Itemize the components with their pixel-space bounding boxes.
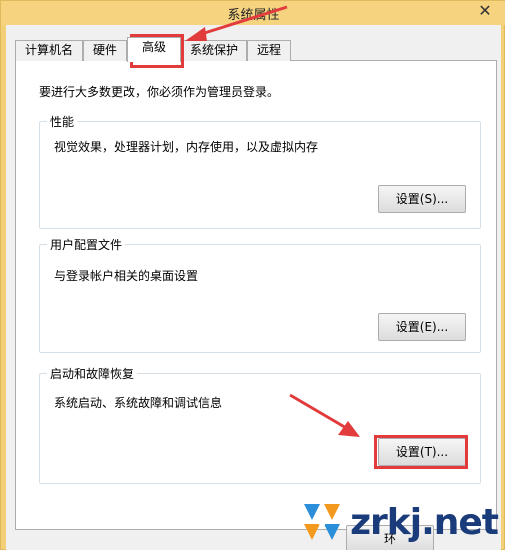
performance-description: 视觉效果，处理器计划，内存使用，以及虚拟内存 <box>54 140 319 154</box>
watermark-text: zrkj.net <box>350 501 499 543</box>
close-button[interactable]: ✕ <box>468 1 502 21</box>
user-profiles-settings-button[interactable]: 设置(E)... <box>378 313 466 341</box>
system-properties-window: 系统属性 ✕ 计算机名 硬件 高级 系统保护 远程 要进行大多数更改，你必须作为… <box>0 0 505 550</box>
startup-recovery-description: 系统启动、系统故障和调试信息 <box>54 396 223 410</box>
watermark: zrkj.net <box>298 499 499 545</box>
performance-settings-button[interactable]: 设置(S)... <box>378 185 466 213</box>
arrow-to-startup-settings-icon <box>289 393 360 437</box>
arrow-to-advanced-tab-icon <box>185 5 288 41</box>
admin-notice: 要进行大多数更改，你必须作为管理员登录。 <box>39 85 280 99</box>
startup-recovery-legend: 启动和故障恢复 <box>47 365 138 382</box>
user-profiles-group: 用户配置文件 与登录帐户相关的桌面设置 设置(E)... <box>39 236 481 353</box>
user-profiles-legend: 用户配置文件 <box>47 236 126 253</box>
startup-settings-highlight <box>374 435 468 469</box>
user-profiles-description: 与登录帐户相关的桌面设置 <box>54 269 199 283</box>
dialog-body: 计算机名 硬件 高级 系统保护 远程 要进行大多数更改，你必须作为管理员登录。 … <box>6 25 501 550</box>
tab-advanced[interactable]: 高级 <box>127 37 181 62</box>
tab-hardware[interactable]: 硬件 <box>83 40 127 61</box>
tab-computer-name[interactable]: 计算机名 <box>15 40 83 61</box>
watermark-logo-icon <box>304 504 341 540</box>
performance-group: 性能 视觉效果，处理器计划，内存使用，以及虚拟内存 设置(S)... <box>39 113 481 229</box>
performance-legend: 性能 <box>47 113 78 130</box>
